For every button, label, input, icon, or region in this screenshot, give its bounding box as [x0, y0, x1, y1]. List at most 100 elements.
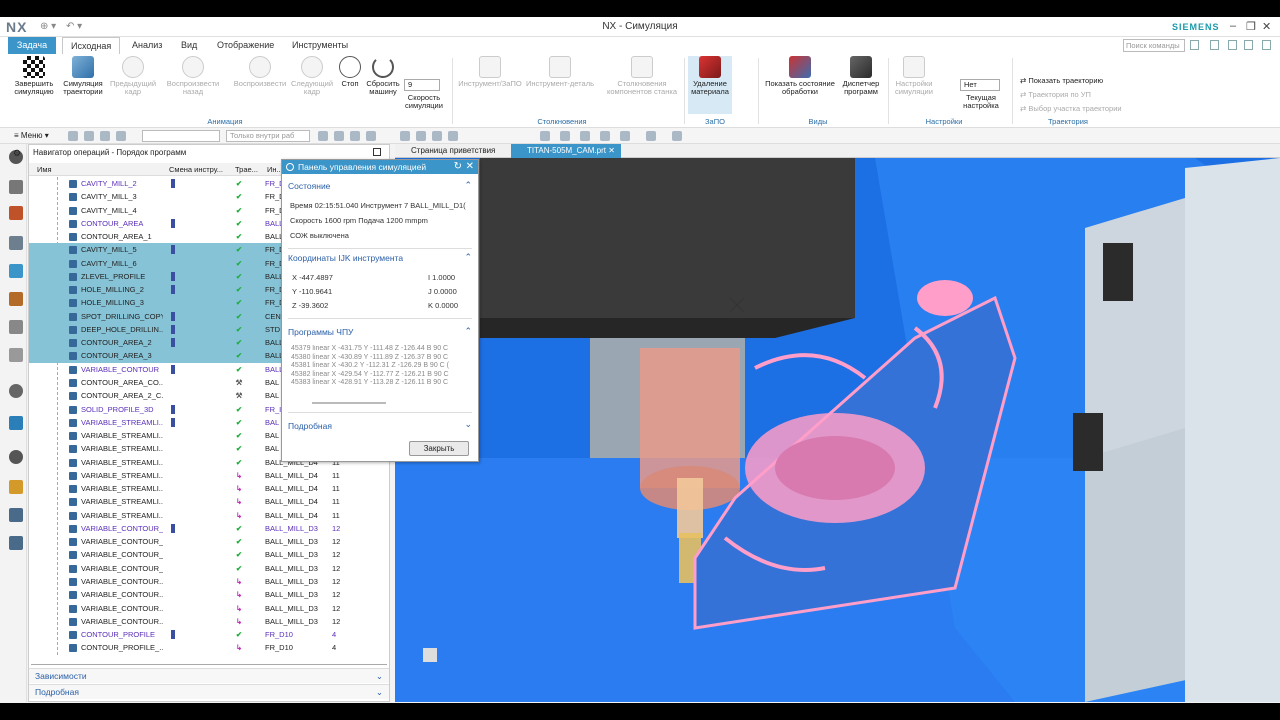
reuse-library-icon[interactable]	[9, 348, 23, 362]
toolbar-icon[interactable]	[620, 131, 630, 141]
chevron-up-icon[interactable]: ⌃	[464, 180, 472, 191]
simulation-settings-button[interactable]: Настройки симуляции	[892, 56, 936, 96]
toolbar-icon[interactable]	[68, 131, 78, 141]
coords-section-header[interactable]: Координаты IJK инструмента	[288, 253, 403, 263]
details-section-header[interactable]: Подробная	[288, 421, 332, 431]
toolbar-icon[interactable]	[334, 131, 344, 141]
operation-row[interactable]: VARIABLE_STREAMLI... ↳ BALL_MILL_D4 11	[29, 482, 389, 495]
nc-programs-header[interactable]: Программы ЧПУ	[288, 327, 353, 337]
next-frame-button[interactable]: Следующий кадр	[290, 56, 334, 96]
state-section-header[interactable]: Состояние	[288, 181, 330, 191]
nc-line[interactable]: 45379 linear X -431.75 Y -111.48 Z -126.…	[291, 345, 466, 354]
nc-program-list[interactable]: 45379 linear X -431.75 Y -111.48 Z -126.…	[288, 345, 466, 397]
toolbar-icon[interactable]	[646, 131, 656, 141]
toolbar-icon[interactable]	[400, 131, 410, 141]
web-browser-icon[interactable]	[9, 416, 23, 430]
close-button[interactable]: Закрыть	[409, 441, 469, 456]
toolbar-icon[interactable]	[416, 131, 426, 141]
tool-library-icon[interactable]	[9, 320, 23, 334]
operation-row[interactable]: CONTOUR_PROFILE ✔ FR_D10 4	[29, 628, 389, 641]
toolbar-icon[interactable]	[600, 131, 610, 141]
operation-row[interactable]: VARIABLE_STREAMLI... ↳ BALL_MILL_D4 11	[29, 469, 389, 482]
toolbar-icon[interactable]	[366, 131, 376, 141]
tool-part-button[interactable]: Инструмент-деталь	[524, 56, 596, 88]
tab-view[interactable]: Вид	[173, 37, 205, 54]
nc-line[interactable]: 45382 linear X -429.54 Y -112.77 Z -126.…	[291, 371, 466, 380]
current-setting-field[interactable]: Нет	[960, 79, 1000, 91]
prev-frame-button[interactable]: Предыдущий кадр	[110, 56, 156, 96]
col-toolchange[interactable]: Смена инстру...	[169, 165, 223, 174]
reset-machine-button[interactable]: Сбросить машину	[366, 56, 400, 96]
finish-simulation-button[interactable]: Завершить симуляцию	[12, 56, 56, 96]
operation-row[interactable]: VARIABLE_CONTOUR... ↳ BALL_MILL_D3 12	[29, 602, 389, 615]
chevron-up-icon[interactable]: ⌃	[464, 252, 472, 263]
history-icon[interactable]	[9, 384, 23, 398]
chevron-up-icon[interactable]: ⌃	[464, 326, 472, 337]
toolbar-icon[interactable]	[432, 131, 442, 141]
machine-navigator-icon[interactable]	[9, 236, 23, 250]
scope-filter-select[interactable]: Только внутри раб	[226, 130, 310, 142]
minimize-icon[interactable]: –	[1230, 20, 1236, 32]
chevron-down-icon[interactable]: ⌄	[464, 419, 472, 430]
palette-icon[interactable]	[9, 536, 23, 550]
col-path[interactable]: Трае...	[235, 165, 258, 174]
toolbar-icon[interactable]	[448, 131, 458, 141]
tool-fixture-button[interactable]: Инструмент/ЗаПО	[458, 56, 522, 88]
reset-panel-icon[interactable]: ↻	[454, 160, 462, 174]
fullscreen-icon[interactable]	[1210, 40, 1219, 50]
close-window-icon[interactable]: ✕	[1262, 20, 1271, 33]
toolbar-icon[interactable]	[540, 131, 550, 141]
operation-row[interactable]: VARIABLE_STREAMLI... ↳ BALL_MILL_D4 11	[29, 509, 389, 522]
active-navigator-icon[interactable]	[9, 264, 23, 278]
path-by-nc-button[interactable]: ⇄ Траектория по УП	[1020, 90, 1091, 99]
system-materials-icon[interactable]	[9, 508, 23, 522]
col-name[interactable]: Имя	[37, 165, 52, 174]
operation-row[interactable]: CONTOUR_PROFILE_... ↳ FR_D10 4	[29, 641, 389, 654]
operation-row[interactable]: VARIABLE_CONTOUR_2 ✔ BALL_MILL_D3 12	[29, 535, 389, 548]
operation-row[interactable]: VARIABLE_CONTOUR... ↳ BALL_MILL_D3 12	[29, 575, 389, 588]
toolbar-icon[interactable]	[116, 131, 126, 141]
operation-row[interactable]: VARIABLE_STREAMLI... ↳ BALL_MILL_D4 11	[29, 495, 389, 508]
operation-navigator-icon[interactable]	[9, 206, 23, 220]
stop-button[interactable]: Стоп	[336, 56, 364, 88]
operation-row[interactable]: VARIABLE_CONTOUR_4 ✔ BALL_MILL_D3 12	[29, 562, 389, 575]
nc-line[interactable]: 45383 linear X -428.91 Y -113.28 Z -126.…	[291, 379, 466, 388]
search-icon[interactable]	[1190, 40, 1199, 50]
operation-row[interactable]: VARIABLE_CONTOUR... ↳ BALL_MILL_D3 12	[29, 588, 389, 601]
help-icon[interactable]	[1228, 40, 1237, 50]
path-simulation-button[interactable]: Симуляция траектории	[58, 56, 108, 96]
remove-material-button[interactable]: Удаление материала	[688, 56, 732, 114]
toolbar-icon[interactable]	[580, 131, 590, 141]
tab-analysis[interactable]: Анализ	[124, 37, 170, 54]
navigator-gear-icon[interactable]: ⚙	[13, 148, 21, 159]
toolbar-icon[interactable]	[560, 131, 570, 141]
clock-icon[interactable]	[9, 450, 23, 464]
part-navigator-icon[interactable]	[9, 180, 23, 194]
tab-part-file[interactable]: TITAN-505M_CAM.prt ✕	[511, 144, 621, 158]
dependencies-panel-header[interactable]: Зависимости ⌄	[29, 668, 389, 683]
toolbar-icon[interactable]	[350, 131, 360, 141]
select-path-segment-button[interactable]: ⇄ Выбор участка траектории	[1020, 104, 1122, 113]
command-search-input[interactable]: Поиск команды	[1123, 39, 1185, 52]
roles-icon[interactable]	[9, 480, 23, 494]
tab-welcome-page[interactable]: Страница приветствия	[395, 144, 501, 158]
details-panel-header[interactable]: Подробная ⌄	[29, 684, 389, 699]
toolbar-icon[interactable]	[84, 131, 94, 141]
navigator-restore-icon[interactable]	[373, 148, 381, 156]
ribbon-toggle-icon[interactable]	[1262, 40, 1271, 50]
graphics-viewport[interactable]	[395, 158, 1280, 702]
toolbar-icon[interactable]	[100, 131, 110, 141]
tab-task[interactable]: Задача	[8, 37, 56, 54]
type-filter-select[interactable]	[142, 130, 220, 142]
menu-button[interactable]: ≡ Меню ▾	[14, 131, 49, 140]
show-path-button[interactable]: ⇄ Показать траекторию	[1020, 76, 1103, 85]
operation-row[interactable]: VARIABLE_CONTOUR... ↳ BALL_MILL_D3 12	[29, 615, 389, 628]
nc-line[interactable]: 45381 linear X -430.2 Y -112.31 Z -126.2…	[291, 362, 466, 371]
play-backward-button[interactable]: Воспроизвести назад	[160, 56, 226, 96]
view-triad-icon[interactable]	[423, 648, 437, 662]
play-button[interactable]: Воспроизвести	[230, 56, 290, 88]
show-machining-state-button[interactable]: Показать состояние обработки	[762, 56, 838, 96]
toolbar-icon[interactable]	[672, 131, 682, 141]
tab-home[interactable]: Исходная	[62, 37, 121, 54]
operation-row[interactable]: VARIABLE_CONTOUR_3 ✔ BALL_MILL_D3 12	[29, 548, 389, 561]
